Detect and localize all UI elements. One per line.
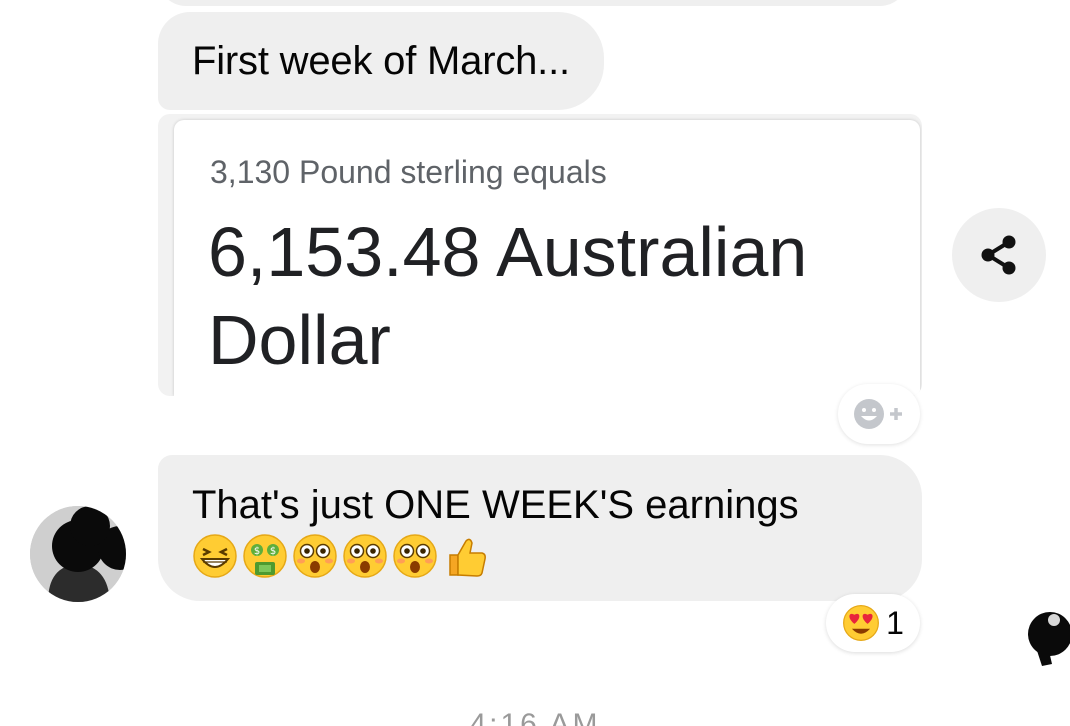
message-bubble[interactable]: First week of March... [158,12,604,110]
message-text: First week of March... [192,38,570,83]
share-icon [981,235,1016,275]
reaction-count: 1 [886,604,904,641]
add-reaction-icon [854,399,902,429]
grinning-squinting-face-icon [193,534,237,578]
avatar-image [30,506,126,602]
add-reaction-button[interactable] [838,384,920,444]
heart-eyes-icon [843,605,880,641]
flushed-face-icon [343,534,387,578]
chat-screen: First week of March... 3,130 Pound sterl… [0,0,1070,726]
message-reaction[interactable]: 1 [826,594,920,652]
read-receipt-avatar [1022,608,1070,668]
thumbs-up-icon [449,538,486,577]
read-receipt-image [1028,612,1070,666]
emoji-row: $ $ [192,531,888,581]
conversion-caption: 3,130 Pound sterling equals [210,154,607,190]
sender-avatar[interactable] [30,506,126,602]
currency-conversion-card: 3,130 Pound sterling equals 6,153.48 Aus… [174,120,920,396]
flushed-face-icon [293,534,337,578]
svg-text:$: $ [270,546,276,557]
flushed-face-icon [393,534,437,578]
timestamp: 4:16 AM [469,708,601,726]
conversion-result: 6,153.48 Australian Dollar [208,213,808,379]
shared-screenshot-card[interactable]: 3,130 Pound sterling equals 6,153.48 Aus… [158,114,922,396]
svg-text:$: $ [254,546,260,557]
share-button[interactable] [952,208,1046,302]
message-bubble[interactable]: That's just ONE WEEK'S earnings $ $ [158,455,922,601]
money-mouth-face-icon: $ $ [243,534,287,578]
message-text: That's just ONE WEEK'S earnings [192,483,799,527]
previous-message-bubble[interactable] [158,0,908,6]
